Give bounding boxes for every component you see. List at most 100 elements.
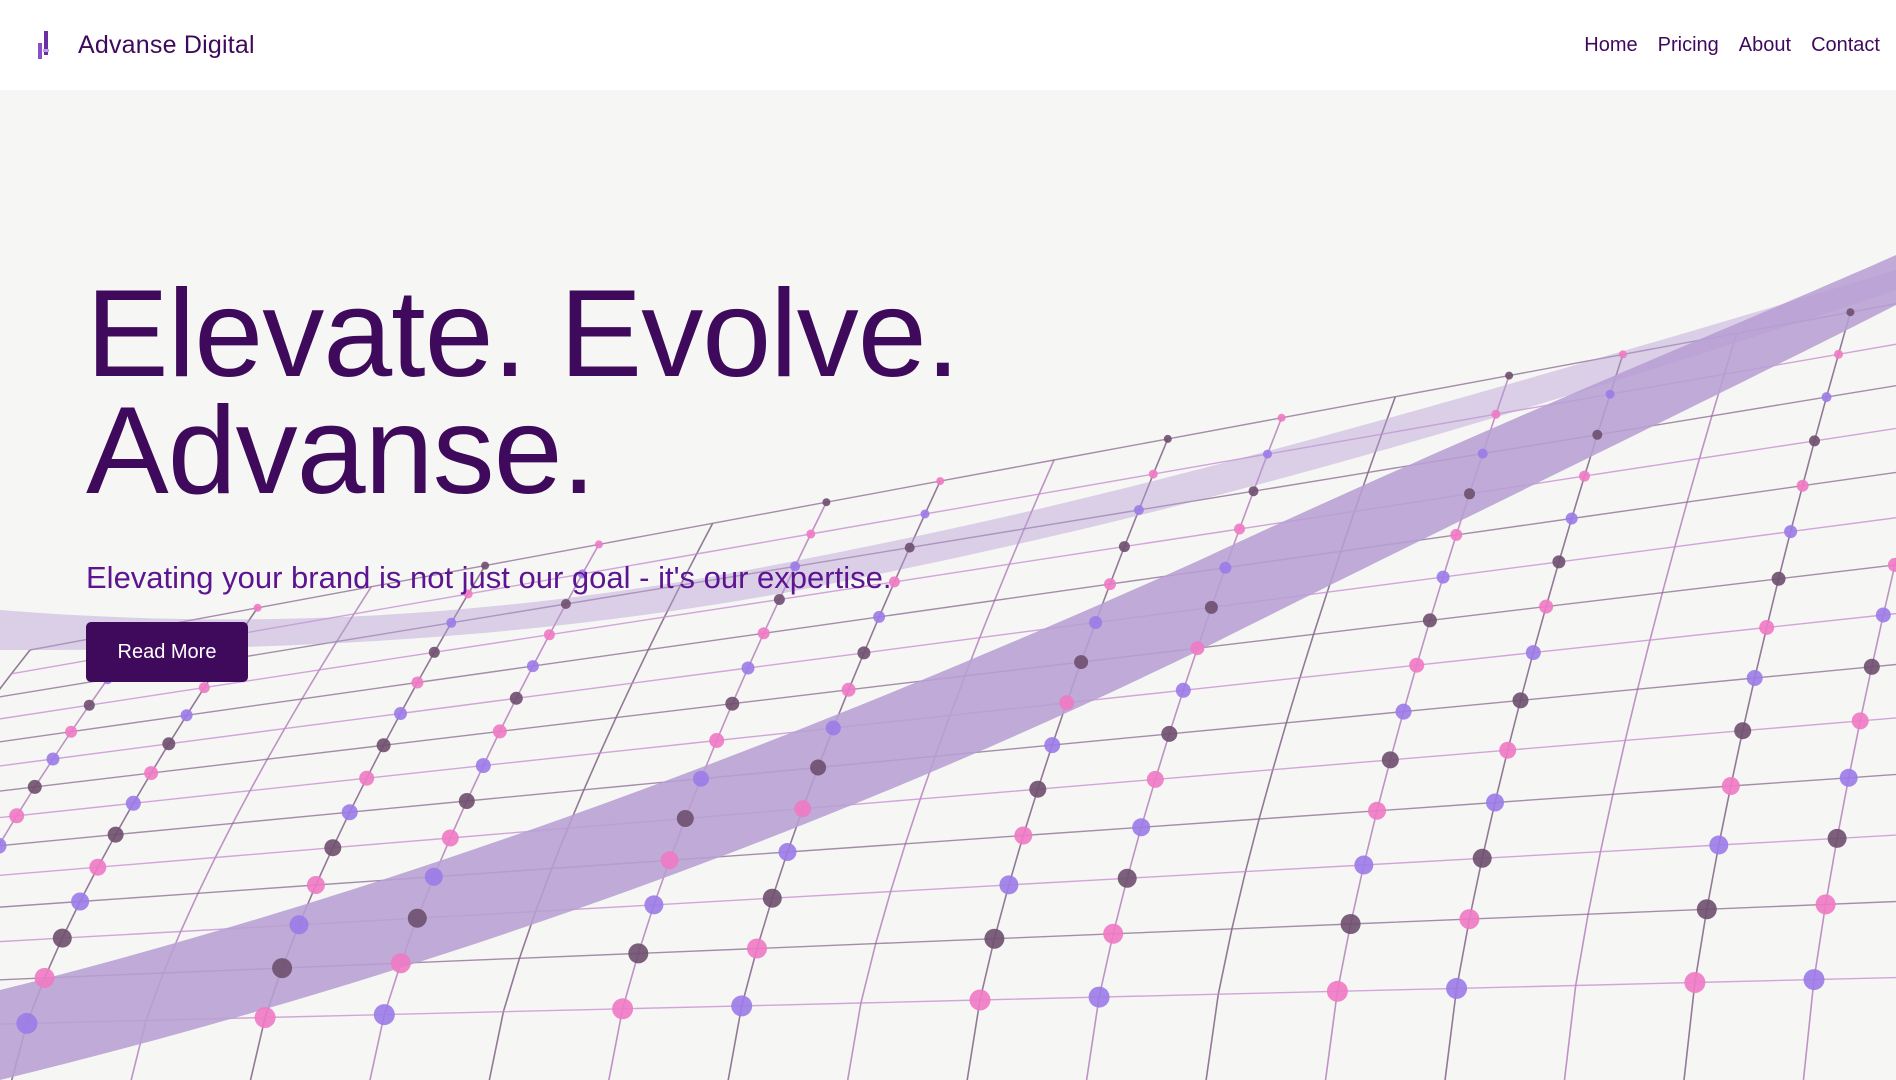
mesh-node — [1132, 818, 1151, 837]
mesh-node — [254, 1007, 276, 1028]
mesh-node — [198, 682, 210, 694]
mesh-node — [1605, 389, 1615, 399]
mesh-node — [676, 810, 694, 827]
mesh-node — [1851, 712, 1869, 730]
mesh-node — [1827, 828, 1847, 848]
mesh-node — [27, 779, 42, 794]
mesh-node — [1190, 641, 1205, 656]
mesh-node — [1422, 613, 1437, 628]
mesh-node — [999, 875, 1019, 895]
mesh-node — [747, 938, 767, 959]
mesh-node — [272, 958, 293, 979]
mesh-node — [1759, 620, 1775, 635]
mesh-node — [144, 766, 159, 781]
mesh-node — [1277, 413, 1286, 422]
top-navbar: Advanse Digital Home Pricing About Conta… — [0, 0, 1896, 90]
mesh-node — [1340, 914, 1361, 934]
mesh-node — [71, 892, 90, 911]
mesh-node — [407, 908, 427, 928]
mesh-node — [1446, 977, 1468, 999]
mesh-node — [1059, 695, 1075, 711]
mesh-node — [1696, 899, 1717, 920]
nav-pricing-link[interactable]: Pricing — [1658, 34, 1719, 57]
mesh-node — [1409, 657, 1425, 673]
mesh-node — [1117, 868, 1137, 888]
headline-line-1: Elevate. Evolve. — [86, 265, 960, 403]
mesh-node — [509, 691, 523, 705]
mesh-node — [324, 839, 342, 857]
mesh-node — [1863, 658, 1880, 675]
mesh-node — [612, 998, 634, 1020]
mesh-node — [1709, 835, 1729, 855]
mesh-line — [0, 773, 1896, 908]
mesh-node — [1809, 435, 1820, 447]
read-more-button[interactable]: Read More — [86, 622, 248, 682]
mesh-node — [65, 725, 78, 738]
mesh-node — [373, 1004, 395, 1026]
mesh-node — [34, 967, 55, 988]
mesh-node — [1459, 909, 1480, 930]
hero-headline: Elevate. Evolve. Advanse. — [86, 265, 960, 513]
mesh-node — [1395, 703, 1412, 720]
mesh-node — [1803, 969, 1825, 991]
mesh-node — [1839, 768, 1858, 787]
mesh-node — [1464, 488, 1475, 500]
mesh-node — [1796, 479, 1809, 492]
mesh-node — [1539, 599, 1554, 614]
hero-content: Elevate. Evolve. Advanse. Elevating your… — [86, 265, 960, 682]
mesh-node — [46, 752, 60, 766]
mesh-node — [709, 733, 725, 748]
mesh-node — [1436, 570, 1450, 584]
mesh-node — [1505, 371, 1514, 380]
mesh-node — [1512, 692, 1529, 709]
mesh-node — [1014, 826, 1033, 845]
mesh-node — [1029, 780, 1047, 798]
mesh-node — [1618, 350, 1627, 359]
mesh-node — [1477, 448, 1488, 459]
mesh-node — [125, 795, 141, 811]
mesh-node — [1734, 722, 1752, 740]
nav-about-link[interactable]: About — [1739, 34, 1791, 57]
nav-contact-link[interactable]: Contact — [1811, 34, 1880, 57]
brand-name: Advanse Digital — [78, 30, 255, 59]
mesh-node — [475, 758, 491, 774]
mesh-node — [628, 943, 649, 964]
mesh-node — [1579, 470, 1590, 482]
mesh-node — [794, 800, 812, 818]
mesh-node — [52, 928, 72, 948]
mesh-node — [725, 696, 740, 711]
mesh-node — [1381, 751, 1399, 769]
mesh-node — [1491, 409, 1501, 419]
mesh-node — [1815, 894, 1836, 915]
mesh-node — [1089, 616, 1103, 629]
mesh-node — [180, 709, 193, 722]
mesh-node — [1354, 855, 1374, 875]
mesh-node — [1472, 848, 1492, 868]
mesh-node — [984, 928, 1005, 949]
mesh-node — [1234, 523, 1245, 535]
mesh-node — [89, 858, 107, 876]
mesh-node — [1684, 972, 1706, 993]
nav-home-link[interactable]: Home — [1584, 34, 1637, 57]
mesh-node — [731, 995, 753, 1017]
mesh-node — [376, 738, 391, 753]
mesh-node — [424, 867, 443, 886]
mesh-node — [83, 699, 95, 711]
mesh-node — [1148, 469, 1158, 479]
mesh-node — [693, 770, 709, 787]
mesh-node — [1846, 308, 1855, 317]
mesh-node — [810, 759, 827, 776]
brand[interactable]: Advanse Digital — [34, 29, 255, 61]
mesh-node — [1875, 607, 1891, 623]
mesh-node — [1219, 561, 1232, 574]
mesh-node — [1450, 528, 1463, 541]
mesh-node — [762, 888, 782, 908]
mesh-node — [1175, 682, 1191, 698]
mesh-node — [341, 804, 358, 821]
mesh-node — [107, 826, 124, 843]
mesh-node — [1161, 725, 1178, 742]
mesh-node — [1834, 349, 1843, 359]
mesh-node — [390, 953, 411, 974]
mesh-node — [1486, 793, 1504, 812]
mesh-node — [825, 720, 841, 736]
